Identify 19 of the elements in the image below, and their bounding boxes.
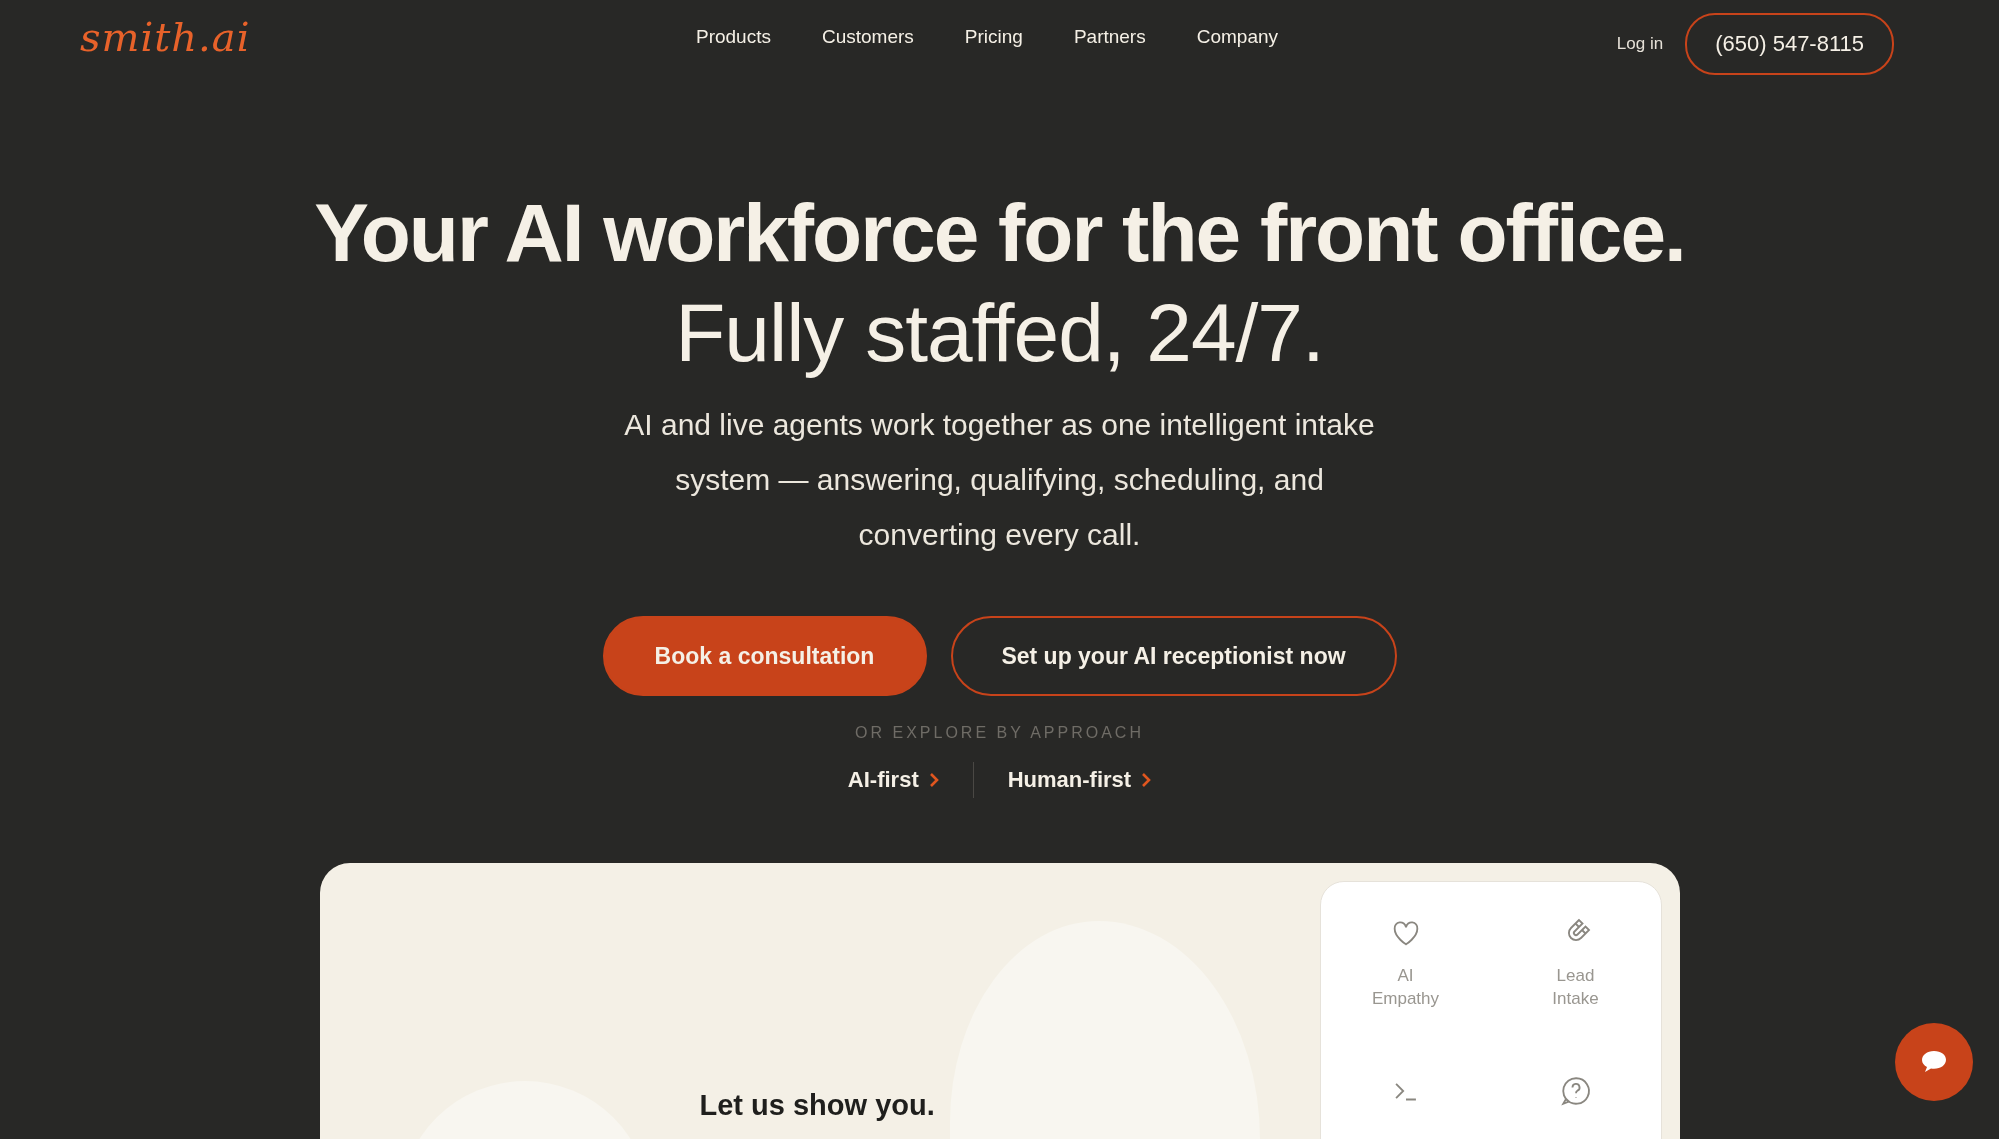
logo[interactable]: smith.ai <box>80 14 251 60</box>
consultation-button[interactable]: Book a consultation <box>602 616 927 696</box>
nav-link[interactable]: Products <box>695 26 771 48</box>
nav-link[interactable]: Partners <box>1073 26 1146 48</box>
subheadline: Fully staffed, 24/7. <box>675 286 1324 380</box>
nav-link[interactable]: Company <box>1196 26 1279 48</box>
headline: Your AI workforce for the front office. <box>314 186 1685 280</box>
preview-heading: Let us show you. <box>699 1089 935 1122</box>
description: AI and live agents work together as one intelligent intake system — answering, qualifying, scheduling, and converting every call. <box>623 407 1376 553</box>
approach-link[interactable]: AI-first <box>847 767 939 793</box>
approach-link[interactable]: Human-first <box>1007 767 1152 793</box>
nav-link[interactable]: Pricing <box>964 26 1023 48</box>
setup-button[interactable]: Set up your AI receptionist now <box>950 616 1397 696</box>
login-link[interactable]: Log in <box>1616 34 1664 54</box>
nav-link[interactable]: Customers <box>821 26 914 48</box>
feature-label: AI Empathy <box>1370 965 1441 1010</box>
phone-button[interactable]: (650) 547-8115 <box>1685 13 1894 75</box>
feature-label: Lead Intake <box>1551 965 1600 1010</box>
explore-label: OR EXPLORE BY APPROACH <box>855 724 1144 742</box>
